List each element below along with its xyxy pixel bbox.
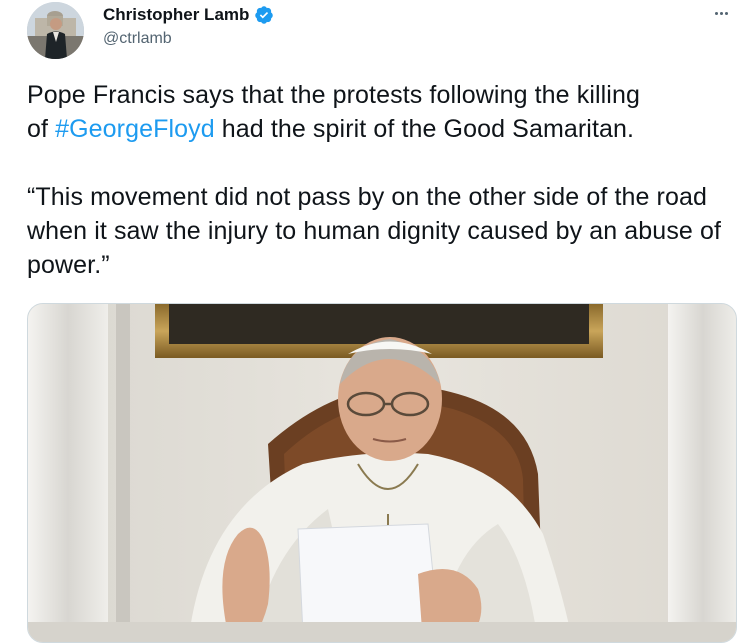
verified-badge-icon	[254, 5, 274, 25]
tweet-quote: “This movement did not pass by on the ot…	[27, 183, 722, 279]
more-dot	[719, 11, 723, 15]
more-options-button[interactable]	[706, 0, 736, 26]
video-still-pope-icon	[28, 304, 736, 642]
author-display-name[interactable]: Christopher Lamb	[103, 5, 249, 25]
more-horizontal-icon	[714, 11, 718, 15]
author-avatar[interactable]	[27, 2, 84, 59]
author-handle[interactable]: @ctrlamb	[103, 30, 172, 48]
hashtag-link[interactable]: #GeorgeFloyd	[55, 115, 215, 143]
tweet-text: Pope Francis says that the protests foll…	[27, 78, 737, 282]
tweet-line-2-post: had the spirit of the Good Samaritan.	[214, 115, 635, 143]
tweet-line-1: Pope Francis says that the protests foll…	[27, 81, 640, 109]
avatar-photo-icon	[27, 2, 84, 59]
tweet-media-video[interactable]	[27, 303, 737, 643]
more-dot	[724, 11, 728, 15]
tweet-line-2-pre: of	[27, 115, 56, 143]
author-name-row[interactable]: Christopher Lamb	[103, 5, 274, 25]
tweet-line-2: of #GeorgeFloyd had the spirit of the Go…	[27, 112, 737, 146]
